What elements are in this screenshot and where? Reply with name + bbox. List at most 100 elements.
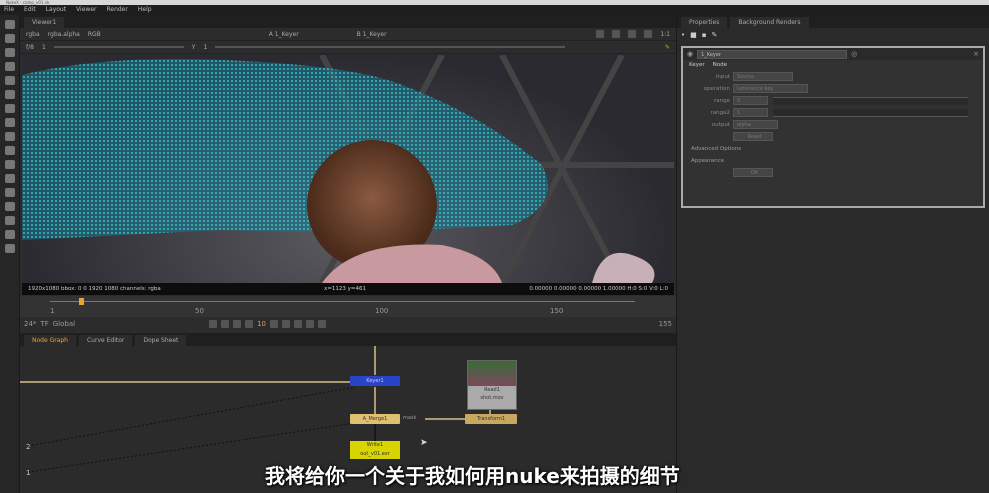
step-forward-button[interactable] [282, 320, 290, 328]
frame-field[interactable]: 10 [257, 320, 266, 328]
menu-viewer[interactable]: Viewer [76, 5, 96, 15]
play-back-button[interactable] [245, 320, 254, 328]
range2-slider[interactable] [773, 108, 968, 117]
channel-tool-icon[interactable] [4, 62, 15, 71]
step-back-button[interactable] [233, 320, 242, 328]
tab-keyer[interactable]: Keyer [689, 62, 705, 68]
zoom-dropdown[interactable]: 1:1 [660, 31, 670, 38]
menu-help[interactable]: Help [138, 5, 152, 15]
views-tool-icon[interactable] [4, 160, 15, 169]
roi-button[interactable] [596, 30, 605, 38]
end-frame-field[interactable]: 155 [659, 320, 672, 328]
menu-edit[interactable]: Edit [24, 5, 36, 15]
last-frame-button[interactable] [306, 320, 314, 328]
playhead[interactable] [79, 298, 85, 305]
proxy-button[interactable] [644, 30, 653, 38]
menu-file[interactable]: File [4, 5, 14, 15]
alpha-dropdown[interactable]: rgba.alpha [48, 31, 80, 38]
viewer-image[interactable] [22, 55, 674, 283]
output-dropdown[interactable]: alpha [733, 120, 778, 129]
3d-tool-icon[interactable] [4, 146, 15, 155]
input-arrow-1[interactable]: 1 [26, 469, 30, 477]
close-icon[interactable]: × [973, 50, 979, 58]
gain-value[interactable]: 1 [42, 44, 46, 51]
merge-tool-icon[interactable] [4, 118, 15, 127]
plugins-tool-icon[interactable] [4, 244, 15, 253]
input-a-dropdown[interactable]: A 1_Keyer [269, 31, 299, 38]
range-field[interactable]: 0 [733, 96, 768, 105]
filter-tool-icon[interactable] [4, 90, 15, 99]
read-label: Read1 [484, 387, 500, 393]
tab-background-renders[interactable]: Background Renders [730, 17, 809, 28]
next-key-button[interactable] [294, 320, 302, 328]
draw-tool-icon[interactable] [4, 34, 15, 43]
section-appearance[interactable]: Appearance [691, 158, 724, 164]
node-keyer[interactable]: Keyer1 [350, 376, 400, 386]
tab-properties[interactable]: Properties [681, 17, 728, 28]
menu-render[interactable]: Render [106, 5, 127, 15]
particles-tool-icon[interactable] [4, 188, 15, 197]
input-arrow-2[interactable]: 2 [26, 443, 30, 451]
play-button[interactable] [270, 320, 278, 328]
keyer-tool-icon[interactable] [4, 104, 15, 113]
cyan-mesh [22, 59, 548, 240]
viewer-gain-gamma: f/8 1 Y 1 ✎ [20, 41, 676, 54]
range-slider[interactable] [773, 96, 968, 105]
field-label: range2 [710, 109, 731, 116]
node-write[interactable]: Write1 out_v01.exr [350, 441, 400, 459]
reset-button[interactable]: Reset [733, 132, 773, 141]
loop-button[interactable] [318, 320, 326, 328]
furnace-tool-icon[interactable] [4, 230, 15, 239]
gain-label: f/8 [26, 43, 34, 51]
timeline-track[interactable] [50, 301, 635, 302]
node-merge[interactable]: A_Merge1 [350, 414, 400, 424]
lock-icon[interactable]: ■ [690, 31, 697, 39]
transform-tool-icon[interactable] [4, 132, 15, 141]
channels-dropdown[interactable]: rgba [26, 31, 40, 38]
field-label: output [711, 121, 730, 128]
help-icon[interactable]: ◎ [851, 50, 857, 58]
timeline[interactable]: 1 50 100 150 [20, 296, 676, 317]
prev-key-button[interactable] [221, 320, 230, 328]
range2-field[interactable]: 1 [733, 108, 768, 117]
image-tool-icon[interactable] [4, 20, 15, 29]
ok-button[interactable]: OK [733, 168, 773, 177]
display-dropdown[interactable]: RGB [88, 31, 101, 38]
clip-button[interactable] [612, 30, 621, 38]
node-transform[interactable]: Transform1 [465, 414, 517, 424]
other-tool-icon[interactable] [4, 216, 15, 225]
node-read[interactable]: Read1 shot.mov [467, 360, 517, 410]
tab-viewer[interactable]: Viewer1 [24, 17, 65, 28]
transport-bar: 24* TF Global 10 155 [20, 317, 676, 331]
pen-icon[interactable]: ✎ [712, 31, 718, 39]
time-tool-icon[interactable] [4, 48, 15, 57]
color-tool-icon[interactable] [4, 76, 15, 85]
gamma-slider[interactable] [215, 46, 566, 48]
operation-dropdown[interactable]: luminance key [733, 84, 808, 93]
gamma-value[interactable]: 1 [203, 44, 207, 51]
toolsets-icon[interactable] [4, 202, 15, 211]
range-dropdown[interactable]: Global [53, 320, 75, 328]
tab-node[interactable]: Node [713, 62, 727, 68]
node-name-field[interactable]: 1_Keyer [697, 49, 848, 59]
viewer-controls: rgba rgba.alpha RGB A 1_Keyer B 1_Keyer … [20, 28, 676, 41]
format-info: 1920x1080 bbox: 0 0 1920 1080 channels: … [28, 286, 161, 292]
read-file: shot.mov [480, 395, 504, 401]
menu-layout[interactable]: Layout [46, 5, 66, 15]
mouse-cursor-icon: ➤ [420, 438, 428, 448]
right-panel: Properties Background Renders • ■ ▪ ✎ ◉ … [676, 15, 989, 493]
section-advanced[interactable]: Advanced Options [691, 146, 741, 152]
image-content [22, 55, 674, 283]
metadata-tool-icon[interactable] [4, 174, 15, 183]
max-panels-icon[interactable]: • [681, 31, 685, 39]
lut-button[interactable] [628, 30, 637, 38]
gain-slider[interactable] [53, 46, 184, 48]
first-frame-button[interactable] [209, 320, 218, 328]
timecode-mode[interactable]: TF [40, 320, 48, 328]
fps-field[interactable]: 24* [24, 320, 36, 328]
video-subtitle: 我将给你一个关于我如何用nuke来拍摄的细节 [265, 464, 680, 488]
input-b-dropdown[interactable]: B 1_Keyer [357, 31, 387, 38]
input-field[interactable]: Source [733, 72, 793, 81]
clear-icon[interactable]: ▪ [702, 31, 707, 39]
paint-icon[interactable]: ✎ [665, 44, 670, 51]
